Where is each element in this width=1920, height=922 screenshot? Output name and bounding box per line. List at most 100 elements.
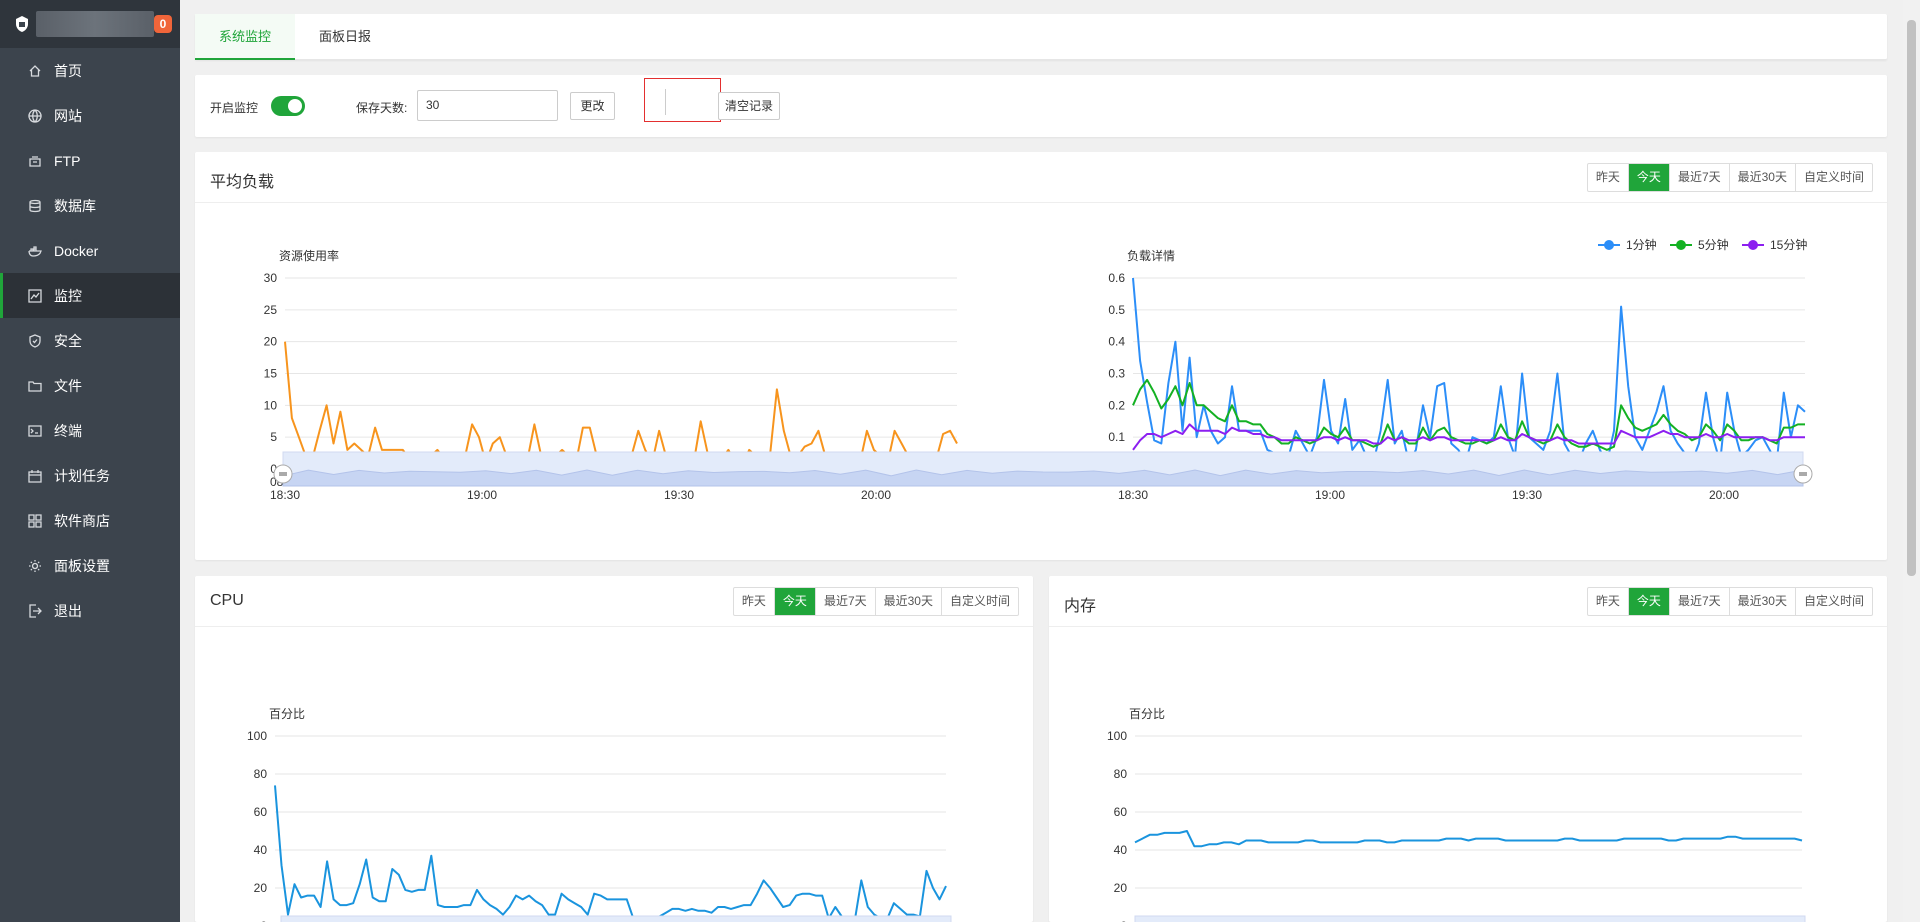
y-tick-label: 80 (254, 767, 268, 781)
sidebar-item-folder[interactable]: 文件 (0, 363, 180, 408)
series-line (284, 341, 958, 467)
memory-chart: 百分比02040608010008/0918:3008/0919:0008/09… (1107, 707, 1814, 922)
monitor-controls: 开启监控 保存天数: 30 更改 清空记录 (195, 75, 1887, 137)
tab-panel-daily-report[interactable]: 面板日报 (295, 14, 395, 60)
cpu-range-option[interactable]: 昨天 (734, 588, 775, 615)
sidebar-item-label: 软件商店 (54, 512, 110, 529)
load-range-option[interactable]: 最近30天 (1730, 164, 1796, 191)
x-tick-label: 19:00 (467, 488, 497, 502)
y-tick-label: 40 (1114, 843, 1128, 857)
y-tick-label: 100 (247, 729, 267, 743)
zoom-track[interactable] (280, 915, 952, 922)
data-zoom-slider[interactable] (273, 451, 1813, 487)
save-days-input[interactable]: 30 (417, 90, 558, 121)
zoom-track[interactable] (1134, 915, 1806, 922)
scrollbar-thumb[interactable] (1907, 20, 1916, 576)
sidebar-item-label: 监控 (54, 287, 82, 304)
series-line (274, 785, 947, 922)
sidebar-item-home[interactable]: 首页 (0, 48, 180, 93)
mem-range-option[interactable]: 昨天 (1588, 588, 1629, 615)
page-scrollbar[interactable] (1903, 0, 1920, 922)
monitor-icon (28, 288, 42, 303)
mem-range-option[interactable]: 最近30天 (1730, 588, 1796, 615)
chart-plot: 百分比02040608010008/0918:3008/0919:0008/09… (1107, 707, 1803, 922)
cpu-chart: 百分比02040608010008/0918:3008/0919:0008/09… (247, 707, 960, 922)
x-tick-label: 20:00 (1709, 488, 1739, 502)
data-zoom-slider[interactable] (272, 915, 960, 922)
mem-range-option[interactable]: 自定义时间 (1796, 588, 1872, 615)
notification-badge[interactable]: 0 (154, 15, 172, 33)
legend-label[interactable]: 1分钟 (1626, 237, 1657, 252)
tabs-bar: 系统监控 面板日报 (195, 14, 1887, 60)
sidebar-item-gear[interactable]: 面板设置 (0, 543, 180, 588)
y-tick-label: 100 (1107, 729, 1127, 743)
cpu-panel-title: CPU (210, 592, 244, 609)
sidebar-item-label: 数据库 (54, 197, 96, 214)
panel-logo: 0 (0, 0, 180, 48)
terminal-icon (28, 424, 42, 437)
sidebar-item-label: 面板设置 (54, 557, 110, 574)
memory-panel-title: 内存 (1064, 598, 1097, 615)
shield-icon (29, 333, 41, 348)
load-range-option[interactable]: 昨天 (1588, 164, 1629, 191)
sidebar-item-shield[interactable]: 安全 (0, 318, 180, 363)
legend-label[interactable]: 15分钟 (1770, 237, 1807, 252)
tab-system-monitor[interactable]: 系统监控 (195, 14, 296, 60)
sidebar-item-globe[interactable]: 网站 (0, 93, 180, 138)
sidebar-item-label: 文件 (54, 377, 82, 394)
ftp-icon (29, 155, 41, 167)
change-button[interactable]: 更改 (570, 92, 615, 120)
sidebar-item-logout[interactable]: 退出 (0, 588, 180, 633)
y-tick-label: 40 (254, 843, 268, 857)
sidebar-item-calendar[interactable]: 计划任务 (0, 453, 180, 498)
legend-marker (1604, 240, 1614, 250)
calendar-icon (28, 469, 42, 483)
mem-range-option[interactable]: 今天 (1628, 588, 1670, 615)
enable-monitor-toggle[interactable] (271, 96, 305, 116)
clear-records-button[interactable]: 清空记录 (718, 92, 780, 120)
x-tick-label: 19:30 (664, 488, 694, 502)
cpu-range-option[interactable]: 最近30天 (876, 588, 942, 615)
sidebar-item-label: 安全 (54, 332, 82, 349)
sidebar-item-ftp[interactable]: FTP (0, 138, 180, 183)
y-tick-label: 60 (254, 805, 268, 819)
cpu-range-option[interactable]: 自定义时间 (942, 588, 1018, 615)
cpu-range-option[interactable]: 今天 (774, 588, 816, 615)
y-tick-label: 0.4 (1108, 335, 1125, 349)
load-range-option[interactable]: 自定义时间 (1796, 164, 1872, 191)
load-range-option[interactable]: 最近7天 (1670, 164, 1730, 191)
docker-icon (28, 245, 42, 257)
y-tick-label: 30 (264, 271, 278, 285)
sidebar-item-terminal[interactable]: 终端 (0, 408, 180, 453)
x-tick-label: 18:30 (1118, 488, 1148, 502)
x-tick-label: 19:30 (1512, 488, 1542, 502)
divider (665, 89, 666, 115)
cpu-range-selector: 昨天 今天 最近7天 最近30天 自定义时间 (732, 587, 1019, 616)
server-name-redacted (36, 11, 154, 37)
sidebar-item-label: 退出 (54, 602, 82, 619)
y-tick-label: 15 (264, 367, 278, 381)
y-tick-label: 0.5 (1108, 303, 1125, 317)
sidebar-item-docker[interactable]: Docker (0, 228, 180, 273)
sidebar-item-grid[interactable]: 软件商店 (0, 498, 180, 543)
sidebar-item-monitor[interactable]: 监控 (0, 273, 180, 318)
home-icon (29, 64, 41, 77)
y-tick-label: 20 (1114, 881, 1128, 895)
legend-label[interactable]: 5分钟 (1698, 237, 1729, 252)
legend-marker (1676, 240, 1686, 250)
folder-icon (28, 380, 42, 392)
sidebar-item-database[interactable]: 数据库 (0, 183, 180, 228)
y-tick-label: 0.6 (1108, 271, 1125, 285)
data-zoom-slider[interactable] (1126, 915, 1814, 922)
load-range-option[interactable]: 今天 (1628, 164, 1670, 191)
x-tick-label: 19:00 (1315, 488, 1345, 502)
y-tick-label: 0.3 (1108, 367, 1125, 381)
logout-icon (29, 603, 42, 618)
sidebar-item-label: FTP (54, 152, 81, 169)
sidebar-item-label: 网站 (54, 107, 82, 124)
globe-icon (28, 108, 42, 123)
sidebar: 0 首页网站 FTP 数据库 Docker 监控安全文件终端 计划任务软件商店面板设置退出 (0, 0, 180, 922)
zoom-handle-grip (1799, 472, 1807, 476)
mem-range-option[interactable]: 最近7天 (1670, 588, 1730, 615)
cpu-range-option[interactable]: 最近7天 (816, 588, 876, 615)
